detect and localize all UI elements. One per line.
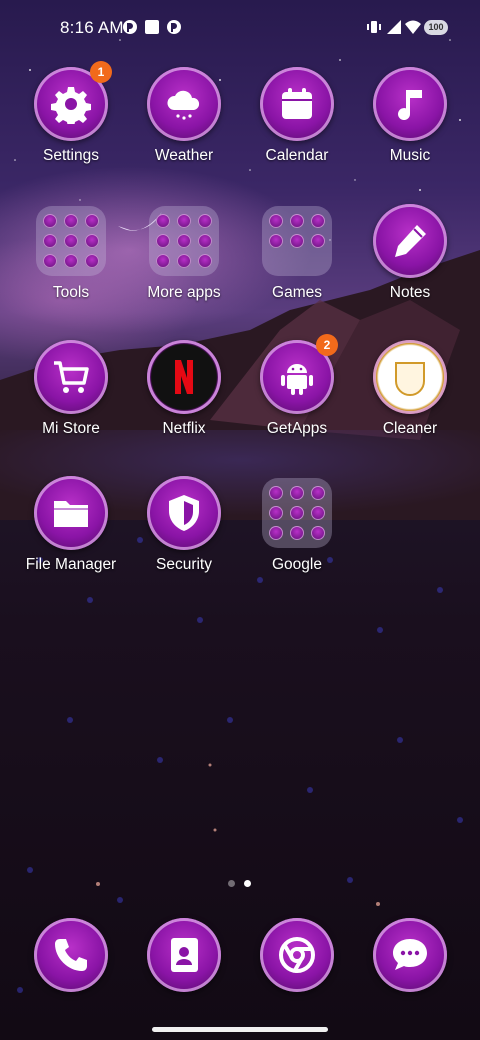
app-weather[interactable]: Weather (129, 67, 239, 187)
app-notes[interactable]: Notes (355, 204, 465, 324)
mi-store-icon-button[interactable] (34, 340, 108, 414)
battery-icon: 100 (424, 20, 448, 35)
folder-icon[interactable] (262, 478, 332, 548)
phone-icon (55, 939, 87, 971)
dock-messages[interactable] (355, 918, 465, 1038)
folder-icon[interactable] (36, 206, 106, 276)
cart-icon (54, 361, 89, 393)
app-settings[interactable]: 1 Settings (16, 61, 126, 187)
messages-icon-button[interactable] (373, 918, 447, 992)
app-security[interactable]: Security (129, 476, 239, 596)
gesture-navigation-bar[interactable] (152, 1027, 328, 1032)
dock-contacts[interactable] (129, 918, 239, 1038)
weather-icon-button[interactable] (147, 67, 221, 141)
cleaner-icon (395, 362, 425, 396)
folder-tools[interactable]: Tools (16, 204, 126, 324)
app-label: Security (156, 556, 212, 573)
security-icon-button[interactable] (147, 476, 221, 550)
page-dot-active[interactable] (244, 880, 251, 887)
app-label: GetApps (266, 420, 328, 437)
cleaner-icon-button[interactable] (373, 340, 447, 414)
netflix-icon-button[interactable] (147, 340, 221, 414)
notification-badge: 2 (316, 334, 338, 356)
app-label: File Manager (25, 556, 117, 573)
pencil-icon (395, 225, 426, 257)
app-cleaner[interactable]: Cleaner (355, 340, 465, 460)
cloud-rain-icon (167, 90, 200, 120)
page-dot[interactable] (228, 880, 235, 887)
shield-icon (169, 495, 199, 531)
notification-app-icon (123, 20, 137, 34)
wifi-icon (405, 20, 421, 34)
folder-google[interactable]: Google (242, 476, 352, 596)
folder-icon[interactable] (149, 206, 219, 276)
calendar-icon-button[interactable] (260, 67, 334, 141)
status-bar: 8:16 AM 100 (0, 0, 480, 56)
app-music[interactable]: Music (355, 67, 465, 187)
folder-label: Games (272, 284, 322, 301)
android-icon (281, 364, 313, 395)
folder-label: Google (272, 556, 322, 573)
app-file-manager[interactable]: File Manager (16, 476, 126, 596)
app-label: Notes (389, 284, 431, 301)
chrome-icon (279, 937, 315, 973)
app-label: Weather (154, 147, 214, 164)
signal-icon (387, 20, 401, 34)
app-getapps[interactable]: 2 GetApps (242, 334, 352, 460)
dock-chrome[interactable] (242, 918, 352, 1038)
music-note-icon (398, 90, 422, 121)
calendar-icon (282, 88, 312, 119)
vibrate-icon (367, 21, 381, 33)
gear-icon (51, 87, 91, 124)
app-label: Settings (42, 147, 99, 164)
square-notification-icon (145, 20, 159, 34)
contacts-icon-button[interactable] (147, 918, 221, 992)
app-label: Mi Store (42, 420, 100, 437)
notes-icon-button[interactable] (373, 204, 447, 278)
app-calendar[interactable]: Calendar (242, 67, 352, 187)
status-time: 8:16 AM (60, 18, 124, 37)
music-icon-button[interactable] (373, 67, 447, 141)
dock-phone[interactable] (16, 918, 126, 1038)
netflix-icon (175, 360, 193, 394)
notification-app-icon (167, 20, 181, 34)
app-label: Cleaner (382, 420, 438, 437)
folder-label: More apps (147, 284, 221, 301)
folder-icon[interactable] (262, 206, 332, 276)
file-manager-icon-button[interactable] (34, 476, 108, 550)
app-mi-store[interactable]: Mi Store (16, 340, 126, 460)
chrome-icon-button[interactable] (260, 918, 334, 992)
app-label: Netflix (162, 420, 206, 437)
phone-icon-button[interactable] (34, 918, 108, 992)
folder-file-icon (54, 501, 88, 527)
messages-icon (393, 939, 427, 970)
contacts-icon (171, 938, 198, 972)
app-netflix[interactable]: Netflix (129, 340, 239, 460)
folder-games[interactable]: Games (242, 204, 352, 324)
app-label: Music (389, 147, 431, 164)
app-label: Calendar (265, 147, 329, 164)
folder-more-apps[interactable]: More apps (129, 204, 239, 324)
notification-badge: 1 (90, 61, 112, 83)
folder-label: Tools (52, 284, 90, 301)
